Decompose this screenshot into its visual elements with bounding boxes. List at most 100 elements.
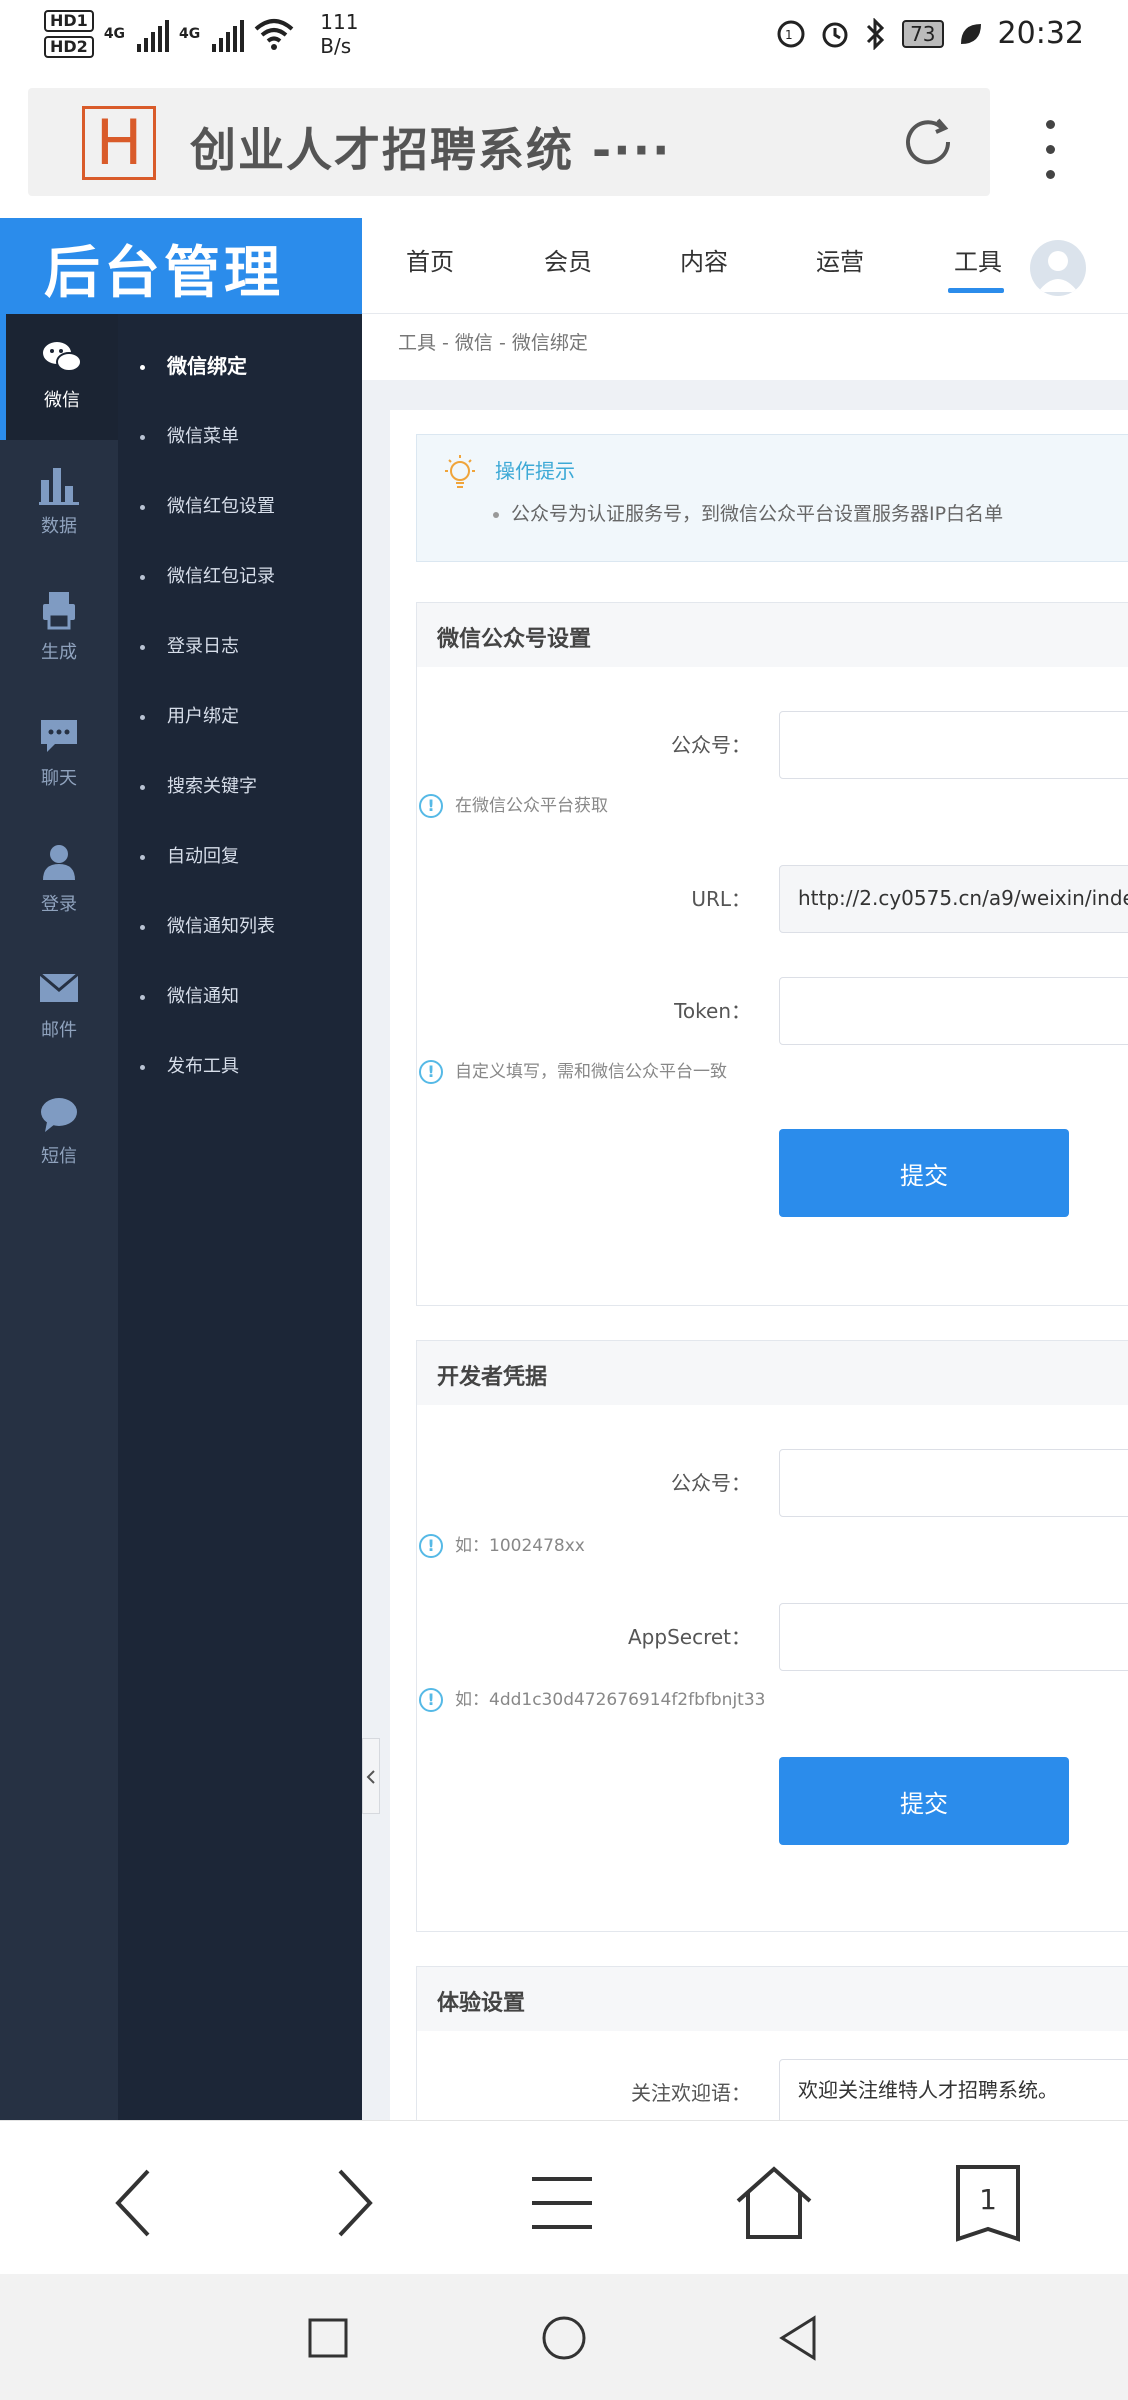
submenu-item[interactable]: 微信绑定 bbox=[140, 350, 247, 379]
wechat-account-panel: 微信公众号设置 公众号： ! 在微信公众平台获取 URL： http://2.cy… bbox=[416, 602, 1128, 1306]
token-label: Token： bbox=[674, 999, 751, 1023]
rail-label: 聊天 bbox=[41, 768, 77, 789]
forward-icon[interactable] bbox=[312, 2163, 392, 2243]
panel-title: 开发者凭据 bbox=[417, 1341, 1128, 1405]
rail-item-mail[interactable]: 邮件 bbox=[0, 944, 118, 1070]
submit-button[interactable]: 提交 bbox=[779, 1757, 1069, 1845]
bluetooth-icon bbox=[867, 17, 885, 50]
chat-icon bbox=[41, 720, 77, 752]
submit-button[interactable]: 提交 bbox=[779, 1129, 1069, 1217]
rail-item-data[interactable]: 数据 bbox=[0, 440, 118, 566]
submenu-item[interactable]: 微信通知 bbox=[140, 982, 239, 1008]
home-icon[interactable] bbox=[734, 2163, 814, 2243]
account-input[interactable] bbox=[779, 711, 1128, 779]
menu-icon[interactable] bbox=[522, 2163, 602, 2243]
nav-operations[interactable]: 运营 bbox=[816, 242, 864, 277]
site-favicon-icon: H bbox=[82, 106, 156, 180]
appsecret-input[interactable] bbox=[779, 1603, 1128, 1671]
rail-item-generate[interactable]: 生成 bbox=[0, 566, 118, 692]
submenu-item[interactable]: 微信通知列表 bbox=[140, 912, 275, 938]
tip-text: 公众号为认证服务号，到微信公众平台设置服务器IP白名单 bbox=[493, 499, 1003, 526]
browser-nav-bar: 1 bbox=[0, 2120, 1128, 2274]
submenu-item[interactable]: 登录日志 bbox=[140, 632, 239, 658]
user-icon bbox=[43, 845, 75, 880]
rail-label: 生成 bbox=[41, 642, 77, 663]
token-hint: ! 自定义填写，需和微信公众平台一致 bbox=[419, 1057, 727, 1084]
rail-item-login[interactable]: 登录 bbox=[0, 818, 118, 944]
hd1-badge: HD1 bbox=[44, 10, 94, 32]
experience-settings-panel: 体验设置 关注欢迎语： 欢迎关注维特人才招聘系统。 bbox=[416, 1966, 1128, 2120]
sms-icon bbox=[41, 1098, 77, 1132]
token-input[interactable] bbox=[779, 977, 1128, 1045]
recents-icon[interactable] bbox=[304, 2314, 352, 2362]
panel-title: 微信公众号设置 bbox=[417, 603, 1128, 667]
appsecret-label: AppSecret： bbox=[628, 1625, 751, 1649]
rail-item-sms[interactable]: 短信 bbox=[0, 1070, 118, 1196]
top-nav: 首页 会员 内容 运营 工具 bbox=[362, 218, 1128, 314]
lightbulb-icon bbox=[445, 455, 475, 488]
breadcrumb: 工具 - 微信 - 微信绑定 bbox=[362, 314, 1128, 380]
submenu-item[interactable]: 用户绑定 bbox=[140, 702, 239, 728]
rail-label: 登录 bbox=[41, 894, 77, 915]
back-icon[interactable] bbox=[96, 2163, 176, 2243]
rail-item-chat[interactable]: 聊天 bbox=[0, 692, 118, 818]
printer-icon bbox=[43, 592, 75, 630]
submenu-item[interactable]: 微信红包设置 bbox=[140, 492, 275, 518]
rail-label: 短信 bbox=[41, 1146, 77, 1167]
account-label: 公众号： bbox=[671, 1471, 751, 1495]
bar-chart-icon bbox=[39, 468, 79, 505]
appsecret-hint: ! 如：4dd1c30d472676914f2fbfbnjt33 bbox=[419, 1685, 765, 1712]
url-input[interactable]: http://2.cy0575.cn/a9/weixin/index.p bbox=[779, 865, 1128, 933]
signal-icon-1 bbox=[137, 16, 170, 52]
hd-indicators: HD1 HD2 bbox=[44, 10, 94, 58]
status-right: 1 73 20:32 bbox=[776, 16, 1084, 51]
collapse-sidebar-button[interactable] bbox=[362, 1738, 380, 1814]
hd2-badge: HD2 bbox=[44, 36, 94, 58]
system-back-icon[interactable] bbox=[774, 2314, 822, 2362]
network-type-1: 4G bbox=[103, 26, 126, 42]
sub-menu: 微信绑定 微信菜单 微信红包设置 微信红包记录 登录日志 用户绑定 搜索关键字 … bbox=[118, 314, 362, 2120]
system-nav-bar bbox=[0, 2274, 1128, 2400]
tip-title: 操作提示 bbox=[495, 459, 575, 483]
nav-content[interactable]: 内容 bbox=[680, 242, 728, 277]
rail-item-wechat[interactable]: 微信 bbox=[0, 314, 118, 440]
submenu-item[interactable]: 发布工具 bbox=[140, 1052, 239, 1078]
battery-icon: 73 bbox=[902, 19, 944, 48]
speed-unit: B/s bbox=[320, 34, 352, 58]
content-card: 操作提示 公众号为认证服务号，到微信公众平台设置服务器IP白名单 微信公众号设置… bbox=[390, 410, 1128, 2120]
avatar[interactable] bbox=[1030, 240, 1086, 296]
submenu-item[interactable]: 微信红包记录 bbox=[140, 562, 275, 588]
browser-toolbar: H 创业人才招聘系统 -··· bbox=[0, 76, 1128, 218]
url-label: URL： bbox=[691, 887, 751, 911]
welcome-label: 关注欢迎语： bbox=[631, 2081, 751, 2105]
alarm-icon bbox=[822, 22, 848, 47]
wifi-icon bbox=[254, 19, 294, 50]
nav-home[interactable]: 首页 bbox=[406, 242, 454, 277]
info-icon: ! bbox=[419, 794, 443, 818]
speed-value: 111 bbox=[320, 10, 359, 34]
main-area: 工具 - 微信 - 微信绑定 操作提示 公众号为认证服务号，到微信公众平台设置服… bbox=[362, 314, 1128, 2120]
nav-members[interactable]: 会员 bbox=[544, 242, 592, 277]
more-menu-icon[interactable] bbox=[1040, 120, 1060, 210]
welcome-input[interactable]: 欢迎关注维特人才招聘系统。 bbox=[779, 2059, 1128, 2120]
brand-header: 后台管理 bbox=[0, 218, 362, 314]
user-avatar-icon bbox=[1038, 251, 1078, 292]
network-type-2: 4G bbox=[179, 26, 201, 42]
brand-title: 后台管理 bbox=[44, 241, 284, 306]
address-bar[interactable]: H 创业人才招聘系统 -··· bbox=[28, 88, 990, 196]
submenu-item[interactable]: 微信菜单 bbox=[140, 422, 239, 448]
reload-icon[interactable] bbox=[898, 112, 958, 172]
tabs-button[interactable]: 1 bbox=[948, 2163, 1028, 2243]
appid-input[interactable] bbox=[779, 1449, 1128, 1517]
rail-label: 邮件 bbox=[41, 1020, 77, 1041]
icon-rail: 微信 数据 生成 聊天 登录 邮件 短信 bbox=[0, 314, 118, 2120]
submenu-item[interactable]: 搜索关键字 bbox=[140, 772, 257, 798]
leaf-icon bbox=[960, 23, 981, 44]
tabs-count: 1 bbox=[979, 2183, 997, 2216]
submenu-item[interactable]: 自动回复 bbox=[140, 842, 239, 868]
wechat-icon bbox=[43, 342, 82, 372]
info-icon: ! bbox=[419, 1688, 443, 1712]
nav-tools[interactable]: 工具 bbox=[954, 242, 1002, 277]
home-circle-icon[interactable] bbox=[540, 2314, 588, 2362]
appid-hint: ! 如：1002478xx bbox=[419, 1531, 585, 1558]
